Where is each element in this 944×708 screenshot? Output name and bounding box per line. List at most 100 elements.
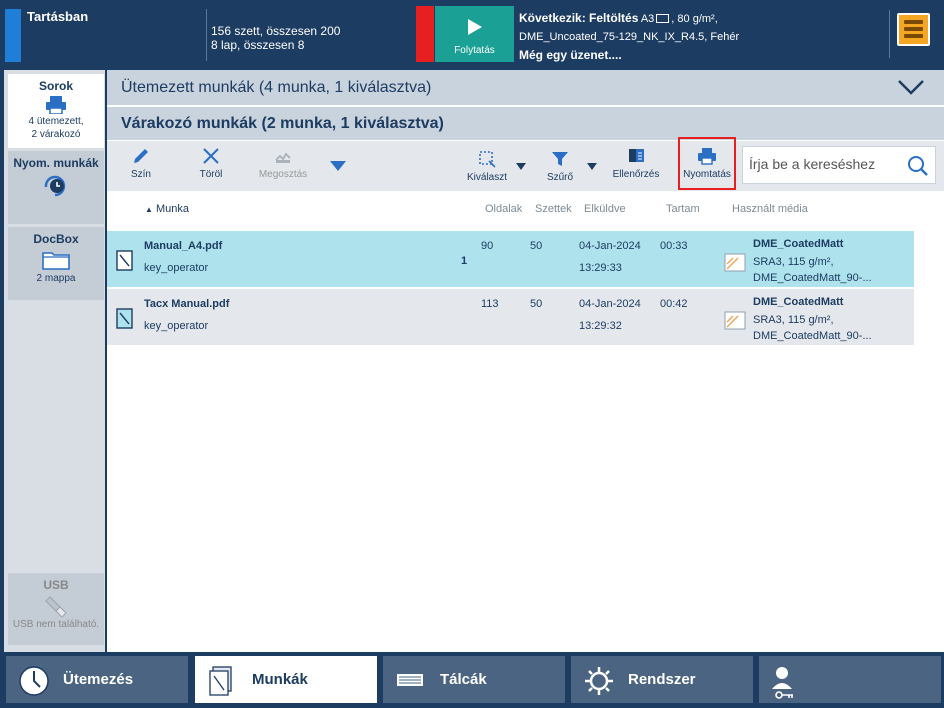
job-sent-time: 13:29:33 (579, 262, 622, 274)
document-stack-icon (209, 666, 232, 696)
menu-icon-line (904, 27, 923, 31)
main-menu-button[interactable] (897, 13, 930, 46)
select-area-icon (479, 151, 496, 168)
divider (889, 10, 890, 58)
continue-label: Folytatás (454, 45, 495, 56)
job-duration: 00:33 (660, 240, 688, 252)
tab-user[interactable] (759, 656, 941, 703)
nav-docbox-title: DocBox (33, 232, 79, 246)
share-label: Megosztás (258, 169, 308, 180)
column-job[interactable]: ▲ Munka (145, 203, 189, 215)
job-sets: 50 (530, 298, 543, 310)
column-duration[interactable]: Tartam (666, 203, 700, 215)
bottom-tab-bar: Ütemezés Munkák Tálcák Rendszer (0, 652, 944, 708)
tab-jobs[interactable]: Munkák (195, 656, 377, 703)
alert-indicator (416, 6, 434, 62)
job-sent-date: 04-Jan-2024 (579, 240, 641, 252)
tab-schedule[interactable]: Ütemezés (6, 656, 188, 703)
share-button[interactable]: Megosztás (253, 144, 313, 188)
select-button[interactable]: Kiválaszt (465, 147, 509, 191)
nav-usb-status: USB nem található. (12, 619, 100, 630)
divider (206, 9, 207, 61)
color-button[interactable]: Szín (121, 144, 161, 188)
job-sets: 50 (530, 240, 543, 252)
tab-jobs-label: Munkák (252, 671, 308, 688)
job-count: 1 (461, 255, 468, 267)
scheduled-jobs-header[interactable]: Ütemezett munkák (4 munka, 1 kiválasztva… (107, 70, 944, 105)
search-input[interactable] (749, 156, 899, 172)
nav-print-jobs[interactable]: Nyom. munkák (8, 151, 104, 224)
search-box[interactable] (742, 146, 936, 184)
more-messages-link[interactable]: Még egy üzenet.... (519, 48, 622, 62)
user-key-icon (772, 667, 793, 699)
nav-usb-title: USB (43, 578, 69, 592)
nav-queues[interactable]: Sorok 4 ütemezett, 2 várakozó (8, 74, 104, 148)
next-paper-size: A3 (640, 13, 655, 25)
tab-trays-label: Tálcák (440, 671, 487, 688)
dropdown-arrow-icon[interactable] (516, 163, 526, 170)
tab-trays[interactable]: Tálcák (383, 656, 565, 703)
dropdown-arrow-icon[interactable] (587, 163, 597, 170)
document-icon (116, 250, 133, 271)
check-button[interactable]: Ellenőrzés (609, 144, 663, 188)
delete-button[interactable]: Töröl (191, 144, 231, 188)
tab-schedule-label: Ütemezés (63, 671, 134, 688)
nav-queues-waiting: 2 várakozó (31, 129, 81, 140)
media-icon (724, 253, 746, 272)
media-name: DME_CoatedMatt (753, 238, 844, 250)
clock-icon (19, 666, 49, 696)
nav-print-jobs-title: Nyom. munkák (13, 156, 99, 170)
color-label: Szín (130, 169, 151, 180)
table-row[interactable]: Tacx Manual.pdf key_operator 113 50 04-J… (107, 289, 914, 345)
proof-icon (629, 149, 644, 162)
column-media[interactable]: Használt média (732, 203, 808, 215)
gear-icon (585, 667, 613, 695)
close-icon (203, 148, 219, 164)
nav-docbox[interactable]: DocBox 2 mappa (8, 227, 104, 300)
printer-icon (46, 96, 66, 114)
check-label: Ellenőrzés (612, 169, 660, 180)
search-icon[interactable] (907, 155, 929, 177)
media-type: DME_CoatedMatt_90-... (753, 272, 872, 284)
left-navigation: Sorok 4 ütemezett, 2 várakozó Nyom. munk… (4, 70, 105, 652)
progress-counts: 156 szett, összesen 200 8 lap, összesen … (211, 24, 340, 52)
table-row[interactable]: Manual_A4.pdf key_operator 90 1 50 04-Ja… (107, 231, 914, 287)
sheets-count: 8 lap, összesen 8 (211, 38, 305, 52)
triangle-down-icon[interactable] (329, 160, 347, 172)
sets-count: 156 szett, összesen 200 (211, 24, 341, 38)
next-action-message[interactable]: Következik: Feltöltés A3 , 80 g/m², DME_U… (519, 9, 739, 65)
nav-queues-title: Sorok (38, 79, 73, 93)
waiting-jobs-header: Várakozó munkák (2 munka, 1 kiválasztva) (107, 107, 944, 140)
select-label: Kiválaszt (466, 172, 507, 183)
job-owner: key_operator (144, 320, 209, 332)
usb-icon (45, 596, 67, 617)
job-duration: 00:42 (660, 298, 688, 310)
scheduled-jobs-icon (44, 175, 66, 197)
next-action-title: Következik: Feltöltés (519, 11, 639, 25)
job-name: Tacx Manual.pdf (144, 298, 230, 310)
media-details: SRA3, 115 g/m², (753, 256, 834, 268)
nav-queues-scheduled: 4 ütemezett, (28, 116, 84, 127)
scheduled-jobs-title: Ütemezett munkák (4 munka, 1 kiválasztva… (121, 79, 432, 96)
printer-status: Tartásban (27, 9, 89, 24)
column-sent[interactable]: Elküldve (584, 203, 626, 215)
filter-button[interactable]: Szűrő (543, 147, 577, 191)
nav-docbox-folders: 2 mappa (36, 273, 76, 284)
tab-system[interactable]: Rendszer (571, 656, 753, 703)
printer-console: Tartásban 156 szett, összesen 200 8 lap,… (0, 0, 944, 708)
status-indicator (5, 9, 21, 62)
next-media-name: DME_Uncoated_75-129_NK_IX_R4.5, Fehér (519, 31, 740, 43)
sort-ascending-icon: ▲ (145, 205, 153, 214)
column-sets[interactable]: Szettek (535, 203, 572, 215)
job-owner: key_operator (144, 262, 209, 274)
media-details: SRA3, 115 g/m², (753, 314, 834, 326)
nav-usb[interactable]: USB USB nem található. (8, 573, 104, 645)
print-button-highlight (678, 137, 736, 190)
continue-button[interactable]: Folytatás (435, 6, 514, 62)
column-pages[interactable]: Oldalak (485, 203, 522, 215)
tab-system-label: Rendszer (628, 671, 696, 688)
media-type: DME_CoatedMatt_90-... (753, 330, 872, 342)
chevron-down-icon[interactable] (897, 78, 925, 96)
main-panel: Ütemezett munkák (4 munka, 1 kiválasztva… (107, 70, 944, 652)
document-icon (116, 308, 133, 329)
